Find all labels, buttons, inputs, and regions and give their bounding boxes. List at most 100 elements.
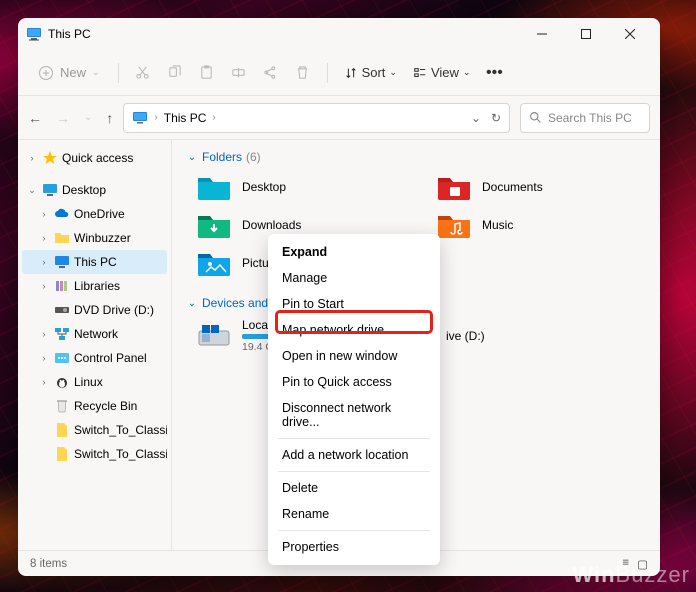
titlebar[interactable]: This PC	[18, 18, 660, 50]
chevron-right-icon: ›	[38, 233, 50, 243]
search-icon	[529, 111, 542, 124]
ctx-pin-quick-access[interactable]: Pin to Quick access	[268, 369, 440, 395]
sidebar-item-desktop[interactable]: ⌄ Desktop	[22, 178, 167, 202]
share-icon[interactable]	[257, 59, 285, 87]
more-button[interactable]: •••	[480, 59, 508, 87]
breadcrumb[interactable]: › This PC › ⌄ ↻	[123, 103, 510, 133]
forward-button[interactable]: →	[56, 110, 70, 126]
ctx-open-new-window[interactable]: Open in new window	[268, 343, 440, 369]
documents-folder-icon	[436, 172, 472, 202]
breadcrumb-dropdown[interactable]: ⌄	[471, 111, 481, 125]
file-icon	[54, 446, 70, 462]
minimize-button[interactable]	[520, 18, 564, 50]
folder-label: Documents	[482, 180, 543, 194]
chevron-down-icon: ⌄	[186, 298, 198, 309]
sidebar-item-label: Control Panel	[74, 351, 147, 365]
breadcrumb-sep: ›	[212, 112, 215, 123]
downloads-folder-icon	[196, 210, 232, 240]
folder-label: Desktop	[242, 180, 286, 194]
ctx-expand[interactable]: Expand	[268, 239, 440, 265]
sidebar-item-linux[interactable]: › Linux	[22, 370, 167, 394]
drive-label: ive (D:)	[446, 329, 485, 343]
ctx-delete[interactable]: Delete	[268, 475, 440, 501]
chevron-right-icon: ›	[38, 377, 50, 387]
sidebar-item-file[interactable]: › Switch_To_Classic_C	[22, 442, 167, 466]
desktop-folder-icon	[196, 172, 232, 202]
breadcrumb-sep: ›	[154, 112, 157, 123]
copy-icon[interactable]	[161, 59, 189, 87]
chevron-down-icon: ⌄	[186, 152, 198, 163]
chevron-right-icon: ›	[38, 329, 50, 339]
ctx-add-network-location[interactable]: Add a network location	[268, 442, 440, 468]
sidebar-item-recycle-bin[interactable]: › Recycle Bin	[22, 394, 167, 418]
this-pc-icon	[26, 26, 42, 42]
sort-icon	[344, 66, 358, 80]
pictures-folder-icon	[196, 248, 232, 278]
chevron-right-icon: ›	[38, 281, 50, 291]
sidebar-item-label: Winbuzzer	[74, 231, 131, 245]
folder-documents[interactable]: Documents	[436, 172, 646, 202]
folder-music[interactable]: Music	[436, 210, 646, 240]
sidebar-item-label: Switch_To_Classic_C	[74, 447, 167, 461]
up-button[interactable]: ↑	[106, 110, 113, 126]
sidebar-item-quick-access[interactable]: › Quick access	[22, 146, 167, 170]
sidebar-item-this-pc[interactable]: › This PC	[22, 250, 167, 274]
ctx-pin-to-start[interactable]: Pin to Start	[268, 291, 440, 317]
folders-section-header[interactable]: ⌄ Folders (6)	[186, 150, 646, 164]
folder-icon	[54, 230, 70, 246]
navbar: ← → ⌄ ↑ › This PC › ⌄ ↻ Search This PC	[18, 96, 660, 140]
chevron-right-icon: ›	[26, 153, 38, 163]
sidebar-item-winbuzzer[interactable]: › Winbuzzer	[22, 226, 167, 250]
ctx-rename[interactable]: Rename	[268, 501, 440, 527]
chevron-right-icon: ›	[38, 353, 50, 363]
rename-icon[interactable]	[225, 59, 253, 87]
sidebar-item-control-panel[interactable]: › Control Panel	[22, 346, 167, 370]
new-label: New	[60, 65, 86, 80]
sidebar-item-label: Desktop	[62, 183, 106, 197]
this-pc-icon	[54, 254, 70, 270]
cut-icon[interactable]	[129, 59, 157, 87]
back-button[interactable]: ←	[28, 110, 42, 126]
chevron-right-icon: ›	[38, 257, 50, 267]
ctx-properties[interactable]: Properties	[268, 534, 440, 560]
music-folder-icon	[436, 210, 472, 240]
folder-label: Music	[482, 218, 513, 232]
search-input[interactable]: Search This PC	[520, 103, 650, 133]
control-panel-icon	[54, 350, 70, 366]
sidebar-item-label: DVD Drive (D:)	[74, 303, 154, 317]
delete-icon[interactable]	[289, 59, 317, 87]
drive-icon	[196, 321, 232, 351]
breadcrumb-segment[interactable]: This PC	[164, 111, 207, 125]
watermark: WinBuzzer	[572, 562, 690, 588]
close-button[interactable]	[608, 18, 652, 50]
new-button[interactable]: New ⌄	[30, 61, 108, 85]
ctx-disconnect-network[interactable]: Disconnect network drive...	[268, 395, 440, 435]
recent-button[interactable]: ⌄	[84, 112, 92, 123]
folder-desktop[interactable]: Desktop	[196, 172, 406, 202]
desktop-icon	[42, 182, 58, 198]
chevron-down-icon: ⌄	[463, 67, 471, 78]
network-icon	[54, 326, 70, 342]
chevron-right-icon: ›	[38, 209, 50, 219]
sidebar-item-dvd-drive[interactable]: › DVD Drive (D:)	[22, 298, 167, 322]
sort-button[interactable]: Sort ⌄	[338, 61, 403, 84]
refresh-button[interactable]: ↻	[491, 111, 501, 125]
sidebar-item-label: Recycle Bin	[74, 399, 137, 413]
maximize-button[interactable]	[564, 18, 608, 50]
plus-circle-icon	[38, 65, 54, 81]
paste-icon[interactable]	[193, 59, 221, 87]
status-text: 8 items	[30, 558, 67, 570]
toolbar-divider	[118, 63, 119, 83]
drive-dvd[interactable]: ive (D:)	[446, 318, 626, 353]
sidebar-item-onedrive[interactable]: › OneDrive	[22, 202, 167, 226]
sidebar-item-label: Quick access	[62, 151, 133, 165]
ctx-manage[interactable]: Manage	[268, 265, 440, 291]
sidebar: › Quick access ⌄ Desktop › OneDrive › Wi…	[18, 140, 172, 550]
sidebar-item-libraries[interactable]: › Libraries	[22, 274, 167, 298]
toolbar-divider	[327, 63, 328, 83]
sidebar-item-network[interactable]: › Network	[22, 322, 167, 346]
view-button[interactable]: View ⌄	[407, 61, 477, 84]
ctx-map-network-drive[interactable]: Map network drive...	[268, 317, 440, 343]
sidebar-item-file[interactable]: › Switch_To_Classic_C	[22, 418, 167, 442]
recycle-bin-icon	[54, 398, 70, 414]
